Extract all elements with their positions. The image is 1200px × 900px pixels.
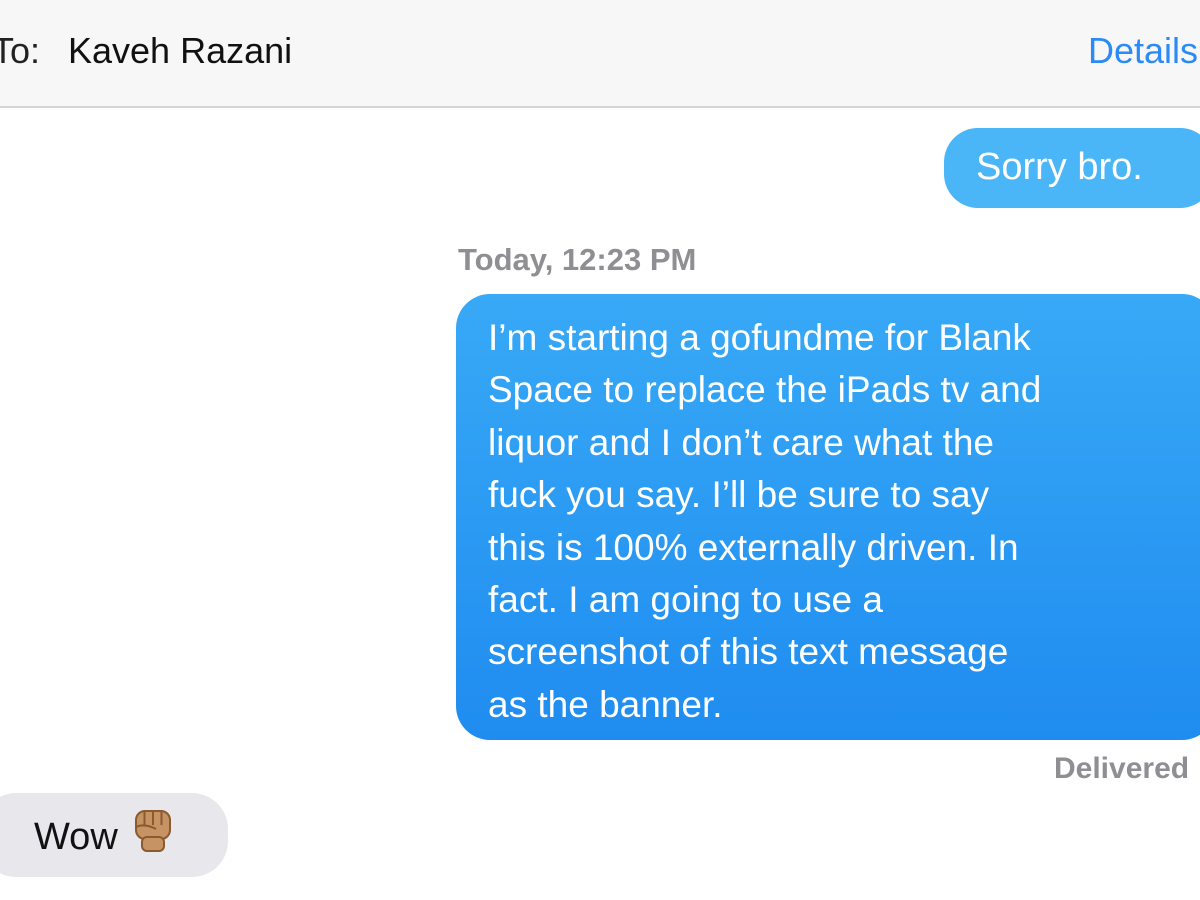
message-header: To: Kaveh Razani Details [0,0,1200,108]
recipient-name[interactable]: Kaveh Razani [68,30,292,72]
delivery-status: Delivered [1054,752,1190,785]
outgoing-message-bubble[interactable]: I’m starting a gofundme for Blank Space … [456,294,1200,740]
message-text: Wow [34,816,118,859]
message-timestamp: Today, 12:23 PM [458,242,697,277]
outgoing-message-bubble[interactable]: Sorry bro. [944,128,1200,208]
raised-fist-icon [130,805,176,865]
to-label: To: [0,30,41,71]
incoming-message-bubble[interactable]: Wow [0,793,228,877]
details-button[interactable]: Details [1088,30,1198,72]
